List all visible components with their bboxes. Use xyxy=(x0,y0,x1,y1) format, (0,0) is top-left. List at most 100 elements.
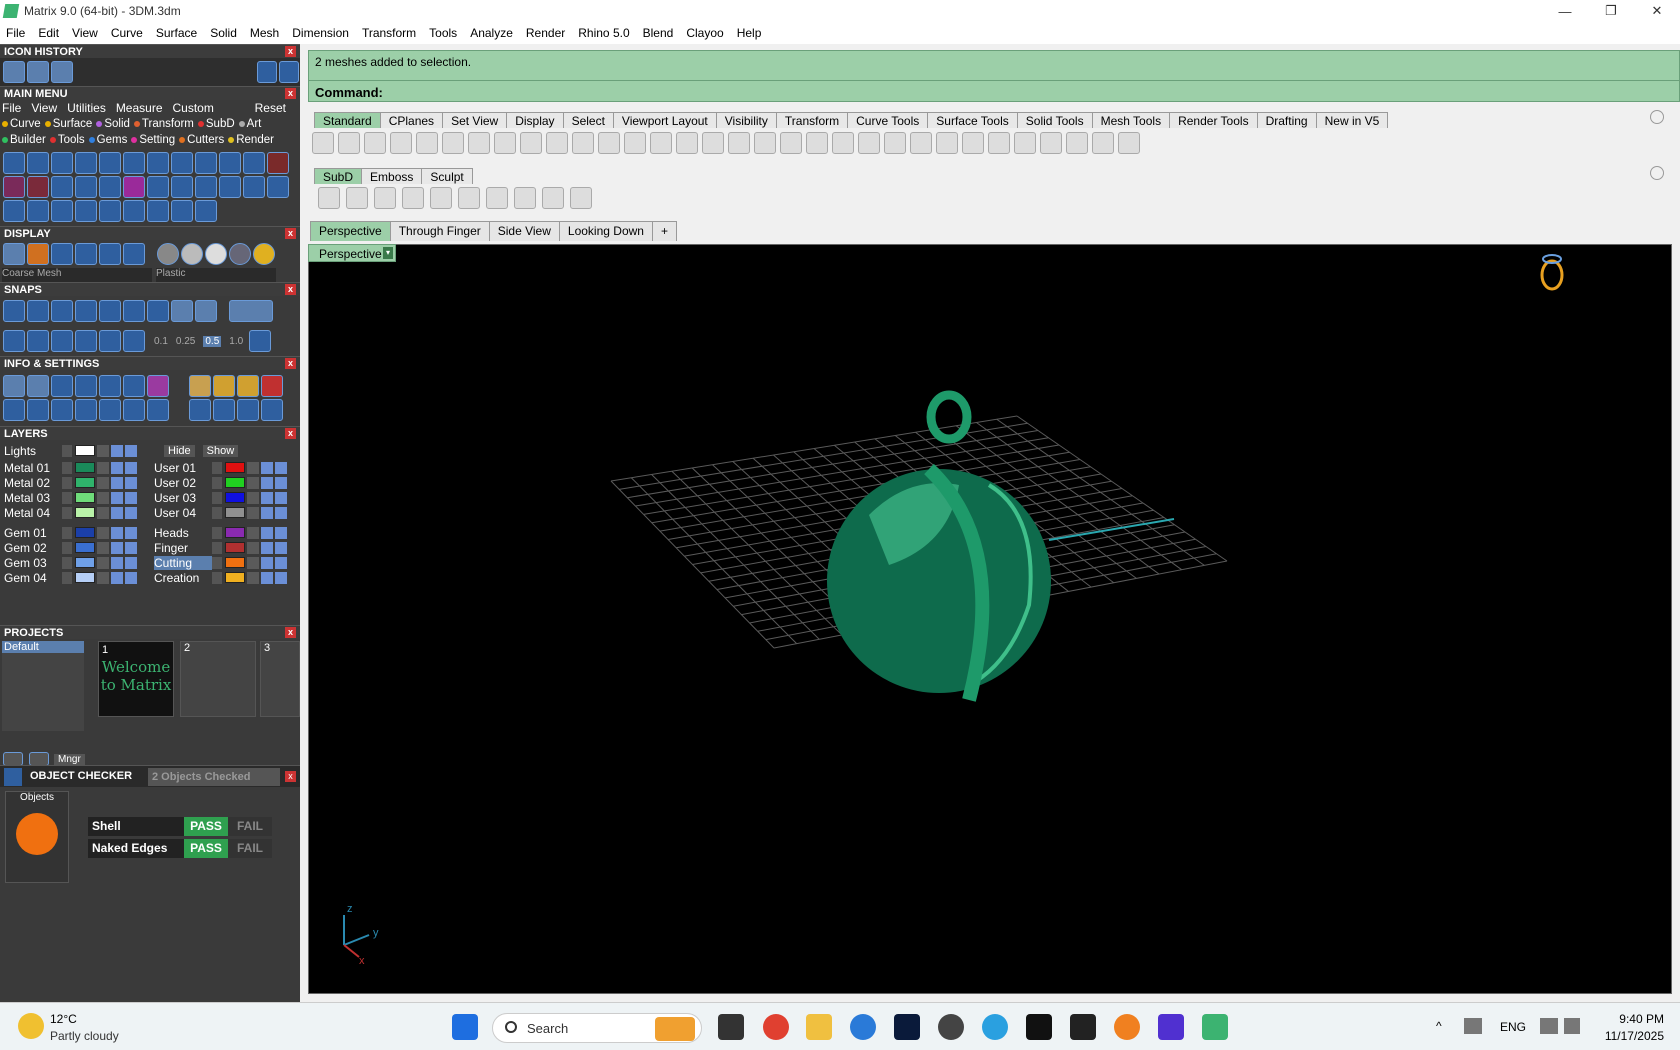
toolbar-options-icon[interactable] xyxy=(1650,110,1664,124)
move-tool-icon[interactable] xyxy=(27,176,49,198)
cat-tools[interactable]: Tools xyxy=(49,134,85,146)
ghosted-icon[interactable] xyxy=(75,243,97,265)
cat-render[interactable]: Render xyxy=(228,134,274,146)
minimize-button[interactable]: — xyxy=(1542,0,1588,22)
menu-view[interactable]: View xyxy=(72,26,98,40)
snap-center-icon[interactable] xyxy=(123,300,145,322)
toolbar-tab[interactable]: Visibility xyxy=(715,112,777,128)
expand-icon[interactable] xyxy=(62,476,72,489)
view-tab[interactable]: Through Finger xyxy=(389,221,490,241)
shape-tool-icon[interactable] xyxy=(75,152,97,174)
close-icon[interactable]: x xyxy=(285,771,296,782)
snap-perp-icon[interactable] xyxy=(99,300,121,322)
subd-sphere-icon[interactable] xyxy=(318,187,340,209)
lock-icon[interactable] xyxy=(247,476,259,489)
layer-color[interactable] xyxy=(75,462,95,473)
new-file-icon[interactable] xyxy=(312,132,334,154)
layer-color[interactable] xyxy=(225,527,245,538)
expand-icon[interactable] xyxy=(212,476,222,489)
layer-color[interactable] xyxy=(225,462,245,473)
link-tool-icon[interactable] xyxy=(99,176,121,198)
box-icon[interactable] xyxy=(75,375,97,397)
window-tool-icon[interactable] xyxy=(243,152,265,174)
visible-icon[interactable] xyxy=(261,541,273,554)
menu-curve[interactable]: Curve xyxy=(111,26,143,40)
cube3-icon[interactable] xyxy=(75,399,97,421)
grid-icon[interactable] xyxy=(249,330,272,352)
cat-subd[interactable]: SubD xyxy=(197,118,235,130)
arc-tool-icon[interactable] xyxy=(51,176,73,198)
cat-gems[interactable]: Gems xyxy=(88,134,127,146)
clock-date[interactable]: 11/17/2025 xyxy=(1590,1029,1664,1043)
lock-icon[interactable] xyxy=(97,461,109,474)
current-icon[interactable] xyxy=(125,541,137,554)
bridge-tool-icon[interactable] xyxy=(147,200,169,222)
mm-tab-measure[interactable]: Measure xyxy=(116,101,163,115)
link2-tool-icon[interactable] xyxy=(123,200,145,222)
current-icon[interactable] xyxy=(125,526,137,539)
toolbar-tab[interactable]: Standard xyxy=(314,112,381,128)
points-icon[interactable] xyxy=(832,132,854,154)
tech-icon[interactable] xyxy=(123,243,145,265)
close-button[interactable]: ✕ xyxy=(1634,0,1680,22)
layer-row[interactable]: Gem 02 xyxy=(4,540,137,555)
current-icon[interactable] xyxy=(125,476,137,489)
expand-icon[interactable] xyxy=(62,461,72,474)
table-icon[interactable] xyxy=(147,399,169,421)
current-icon[interactable] xyxy=(125,556,137,569)
car-icon[interactable] xyxy=(754,132,776,154)
lock-icon[interactable] xyxy=(97,526,109,539)
line-icon[interactable] xyxy=(51,330,73,352)
sweep-tool-icon[interactable] xyxy=(99,200,121,222)
layer-color[interactable] xyxy=(75,572,95,583)
toolbar-tab[interactable]: Mesh Tools xyxy=(1091,112,1171,128)
material-white-icon[interactable] xyxy=(205,243,227,265)
visible-icon[interactable] xyxy=(111,571,123,584)
visible-icon[interactable] xyxy=(261,506,273,519)
menu-surface[interactable]: Surface xyxy=(156,26,197,40)
cat-surface[interactable]: Surface xyxy=(44,118,92,130)
current-icon[interactable] xyxy=(125,444,137,457)
maximize-button[interactable]: ❐ xyxy=(1588,0,1634,22)
subd-s-icon[interactable] xyxy=(374,187,396,209)
snap-circle-icon[interactable] xyxy=(147,300,169,322)
toolbar-tab[interactable]: New in V5 xyxy=(1315,112,1389,128)
pan-hand-icon[interactable] xyxy=(546,132,568,154)
menu-dimension[interactable]: Dimension xyxy=(292,26,349,40)
ring-tool-icon[interactable] xyxy=(51,152,73,174)
snap-near-icon[interactable] xyxy=(27,300,49,322)
toolbar-tab[interactable]: Solid Tools xyxy=(1016,112,1093,128)
layer-row[interactable]: User 04 xyxy=(154,505,287,520)
scatter-icon[interactable] xyxy=(123,399,145,421)
toolbar-tab[interactable]: Surface Tools xyxy=(927,112,1018,128)
shaded-icon[interactable] xyxy=(51,243,73,265)
rotate-view-icon[interactable] xyxy=(702,132,724,154)
snap-mid-icon[interactable] xyxy=(75,300,97,322)
xray-icon[interactable] xyxy=(99,243,121,265)
lock-icon[interactable] xyxy=(247,506,259,519)
lock-icon[interactable] xyxy=(97,571,109,584)
subd-convert-icon[interactable] xyxy=(458,187,480,209)
layer-color[interactable] xyxy=(225,572,245,583)
subd-dots-icon[interactable] xyxy=(486,187,508,209)
mesh-dropdown[interactable]: Coarse Mesh xyxy=(2,268,152,282)
sphere-shaded-icon[interactable] xyxy=(962,132,984,154)
visible-icon[interactable] xyxy=(111,444,123,457)
tray-chevron-icon[interactable]: ^ xyxy=(1436,1019,1442,1033)
menu-rhino[interactable]: Rhino 5.0 xyxy=(578,26,629,40)
layout-icon[interactable] xyxy=(3,330,25,352)
up-project-icon[interactable] xyxy=(29,752,49,766)
forward-arrow-icon[interactable] xyxy=(279,61,299,83)
expand-icon[interactable] xyxy=(62,541,72,554)
cat-art[interactable]: Art xyxy=(238,118,261,130)
wireframe-icon[interactable] xyxy=(3,243,25,265)
cat-cutters[interactable]: Cutters xyxy=(179,134,224,146)
close-icon[interactable]: x xyxy=(285,284,296,295)
zoom-window-icon[interactable] xyxy=(624,132,646,154)
anim4-icon[interactable] xyxy=(261,399,283,421)
frame-tool-icon[interactable] xyxy=(147,152,169,174)
sub-toolbar-options-icon[interactable] xyxy=(1650,166,1664,180)
subd-box-icon[interactable] xyxy=(402,187,424,209)
clock-time[interactable]: 9:40 PM xyxy=(1600,1012,1664,1026)
lock-icon[interactable] xyxy=(247,556,259,569)
